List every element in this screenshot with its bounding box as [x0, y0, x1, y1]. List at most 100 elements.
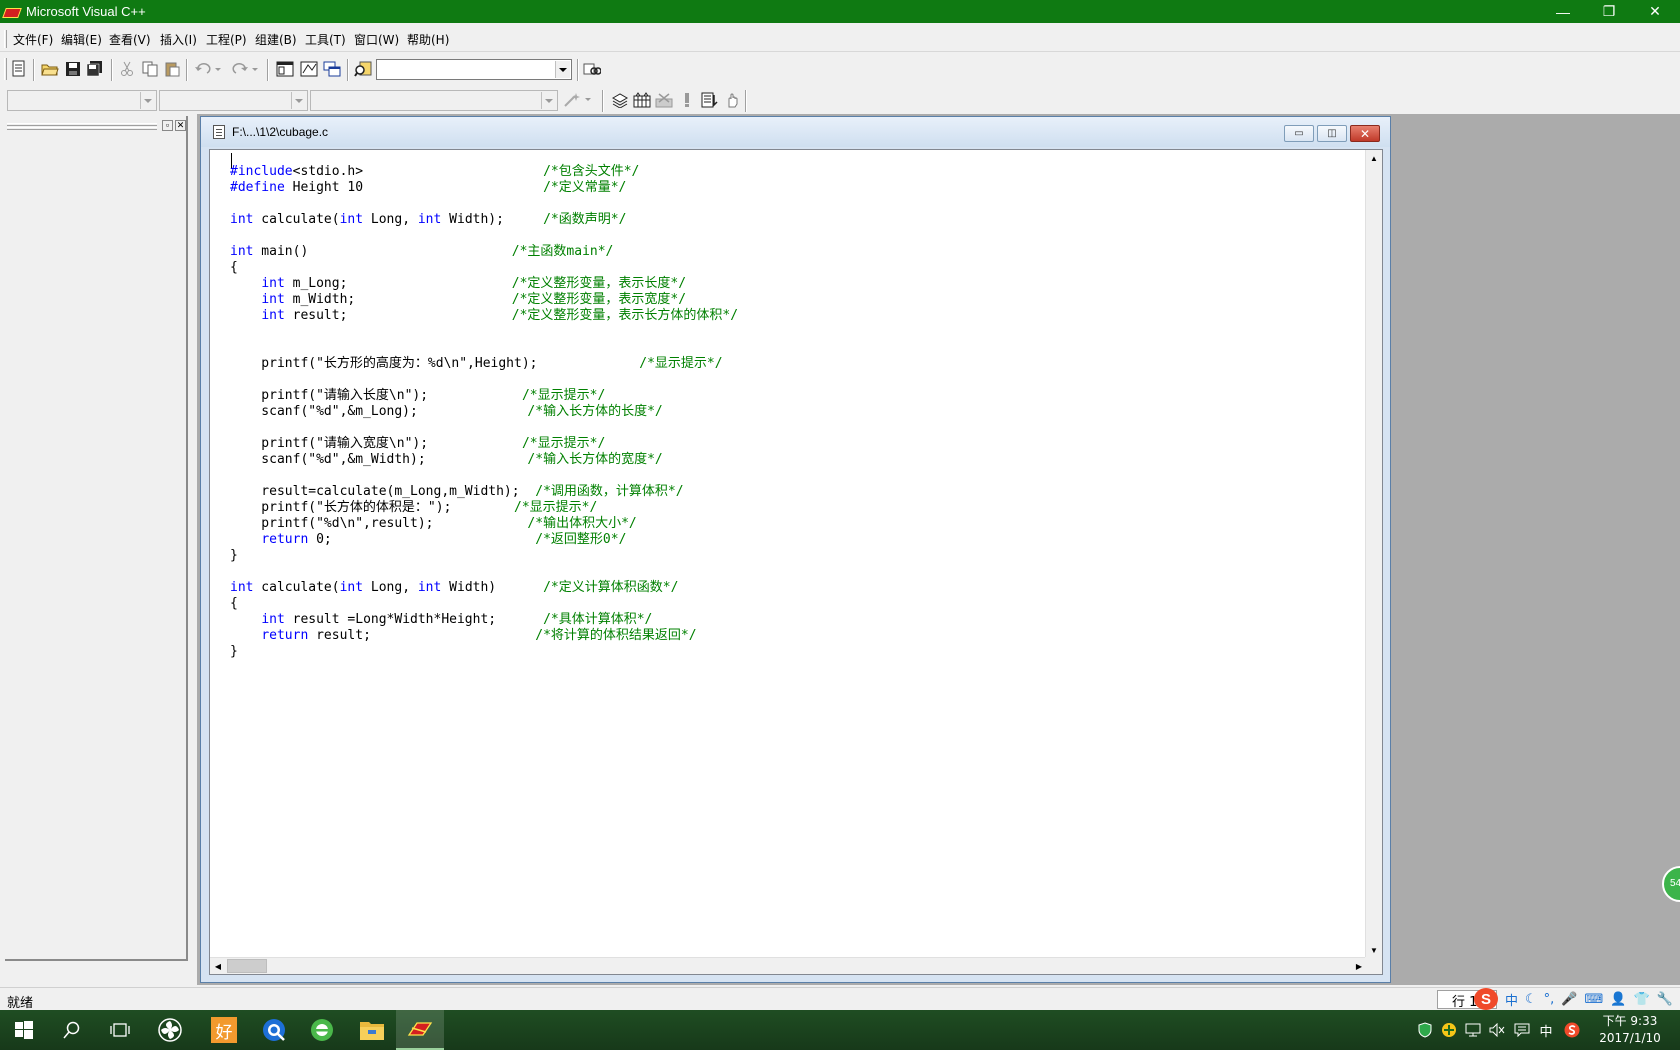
chevron-down-icon[interactable] — [555, 61, 570, 78]
volume-tray-icon[interactable] — [1488, 1021, 1506, 1039]
input-language-indicator[interactable]: 中 — [1537, 1021, 1555, 1040]
file-explorer-icon[interactable] — [348, 1010, 396, 1050]
code-line[interactable]: printf("长方体的体积是："); /*显示提示*/ — [230, 500, 597, 516]
document-title-bar[interactable]: F:\...\1\2\cubage.c ▭ ◫ ✕ — [201, 117, 1390, 147]
class-combo[interactable] — [7, 90, 157, 111]
pinwheel-app-icon[interactable] — [146, 1010, 194, 1050]
menu-build[interactable]: 组建(B) — [255, 31, 297, 48]
workspace-close-icon[interactable]: ✕ — [175, 120, 186, 131]
doc-minimize-button[interactable]: ▭ — [1284, 125, 1314, 142]
workspace-panel[interactable]: ▫ ✕ — [5, 116, 188, 961]
toolbar-grip[interactable] — [4, 58, 7, 80]
notification-tray-icon[interactable] — [1513, 1021, 1531, 1039]
task-view-icon[interactable] — [96, 1010, 144, 1050]
save-all-icon[interactable] — [85, 59, 105, 79]
visual-cpp-app-icon[interactable] — [4, 5, 20, 19]
ime-moon-icon[interactable]: ☾ — [1525, 992, 1537, 1007]
menu-edit[interactable]: 编辑(E) — [61, 31, 102, 48]
workspace-grip[interactable] — [7, 123, 157, 126]
chevron-down-icon[interactable] — [541, 92, 556, 109]
start-icon[interactable] — [0, 1010, 48, 1050]
ime-user-icon[interactable]: 👤 — [1610, 992, 1626, 1007]
filter-combo[interactable] — [159, 90, 308, 111]
ime-chinese-mode[interactable]: 中 — [1505, 990, 1518, 1009]
find-icon[interactable] — [582, 60, 602, 80]
paste-icon[interactable] — [162, 59, 182, 79]
undo-icon[interactable] — [193, 59, 223, 79]
search-icon[interactable] — [48, 1010, 96, 1050]
browser-q-icon[interactable] — [250, 1010, 298, 1050]
code-line[interactable]: int m_Width; /*定义整形变量，表示宽度*/ — [230, 292, 686, 308]
member-combo[interactable] — [310, 90, 558, 111]
code-line[interactable]: int calculate(int Long, int Width); /*函数… — [230, 212, 626, 228]
taskbar-clock[interactable]: 下午 9:33 2017/1/10 — [1590, 1013, 1670, 1047]
find-in-files-icon[interactable] — [353, 59, 373, 79]
code-line[interactable]: } — [230, 644, 238, 660]
ie-browser-icon[interactable] — [298, 1010, 346, 1050]
ime-keyboard-icon[interactable]: ⌨ — [1585, 992, 1604, 1007]
visual-cpp-icon[interactable] — [396, 1010, 444, 1050]
code-line[interactable]: int m_Long; /*定义整形变量，表示长度*/ — [230, 276, 686, 292]
find-combo[interactable] — [376, 59, 572, 80]
code-line[interactable]: int main() /*主函数main*/ — [230, 244, 613, 260]
menu-tools[interactable]: 工具(T) — [305, 31, 346, 48]
copy-icon[interactable] — [140, 59, 160, 79]
plus-tray-icon[interactable] — [1440, 1021, 1458, 1039]
code-line[interactable]: { — [230, 260, 238, 276]
sogou-ime-logo[interactable]: S — [1474, 988, 1498, 1010]
redo-icon[interactable] — [230, 59, 260, 79]
close-button[interactable]: ✕ — [1632, 0, 1678, 23]
network-tray-icon[interactable] — [1464, 1021, 1482, 1039]
menubar-grip[interactable] — [4, 30, 7, 48]
ime-punctuation-icon[interactable]: °, — [1544, 992, 1555, 1007]
workspace-pin-icon[interactable]: ▫ — [162, 120, 173, 131]
code-line[interactable]: } — [230, 548, 238, 564]
shield-tray-icon[interactable] — [1416, 1021, 1434, 1039]
ime-settings-icon[interactable]: 🔧 — [1657, 992, 1673, 1007]
horizontal-scroll-thumb[interactable] — [227, 959, 267, 973]
go-icon[interactable] — [700, 90, 720, 110]
cut-icon[interactable] — [117, 59, 137, 79]
build-icon[interactable] — [632, 90, 652, 110]
minimize-button[interactable]: — — [1540, 0, 1586, 23]
code-line[interactable]: { — [230, 596, 238, 612]
stop-build-icon[interactable] — [654, 90, 674, 110]
code-line[interactable]: #include<stdio.h> /*包含头文件*/ — [230, 164, 639, 180]
code-line[interactable]: return result; /*将计算的体积结果返回*/ — [230, 628, 696, 644]
menu-help[interactable]: 帮助(H) — [407, 31, 449, 48]
output-icon[interactable] — [299, 59, 319, 79]
menu-view[interactable]: 查看(V) — [109, 31, 151, 48]
ime-toolbar[interactable]: S 中 ☾ °, 🎤 ⌨ 👤 👕 🔧 — [1474, 988, 1680, 1010]
save-icon[interactable] — [63, 59, 83, 79]
selection-margin[interactable] — [210, 150, 230, 956]
menu-project[interactable]: 工程(P) — [206, 31, 247, 48]
code-line[interactable]: int result; /*定义整形变量，表示长方体的体积*/ — [230, 308, 738, 324]
code-line[interactable]: int result =Long*Width*Height; /*具体计算体积*… — [230, 612, 652, 628]
scroll-up-icon[interactable]: ▲ — [1366, 150, 1382, 166]
code-line[interactable]: printf("请输入宽度\n"); /*显示提示*/ — [230, 436, 605, 452]
code-line[interactable]: #define Height 10 /*定义常量*/ — [230, 180, 626, 196]
workspace-icon[interactable] — [275, 59, 295, 79]
code-line[interactable]: result=calculate(m_Long,m_Width); /*调用函数… — [230, 484, 683, 500]
compile-icon[interactable] — [610, 90, 630, 110]
code-line[interactable]: printf("%d\n",result); /*输出体积大小*/ — [230, 516, 636, 532]
scroll-left-icon[interactable]: ◀ — [210, 958, 226, 974]
code-line[interactable]: printf("长方形的高度为：%d\n",Height); /*显示提示*/ — [230, 356, 722, 372]
vertical-scrollbar[interactable]: ▲ ▼ — [1365, 150, 1382, 958]
sogou-tray-icon[interactable] — [1563, 1021, 1581, 1039]
restore-button[interactable]: ❐ — [1586, 0, 1632, 23]
doc-restore-button[interactable]: ◫ — [1317, 125, 1347, 142]
workspace-grip[interactable] — [7, 127, 157, 130]
window-list-icon[interactable] — [322, 59, 342, 79]
code-line[interactable]: printf("请输入长度\n"); /*显示提示*/ — [230, 388, 605, 404]
code-line[interactable]: scanf("%d",&m_Width); /*输入长方体的宽度*/ — [230, 452, 662, 468]
menu-window[interactable]: 窗口(W) — [354, 31, 399, 48]
code-editor[interactable]: #include<stdio.h> /*包含头文件*/#define Heigh… — [209, 149, 1383, 975]
chevron-down-icon[interactable] — [291, 92, 306, 109]
wizard-icon[interactable] — [561, 90, 595, 110]
open-icon[interactable] — [40, 59, 60, 79]
ime-skin-icon[interactable]: 👕 — [1633, 992, 1649, 1007]
new-text-file-icon[interactable] — [9, 59, 29, 79]
ime-microphone-icon[interactable]: 🎤 — [1561, 992, 1577, 1007]
horizontal-scrollbar[interactable]: ◀ ▶ — [210, 957, 1367, 974]
